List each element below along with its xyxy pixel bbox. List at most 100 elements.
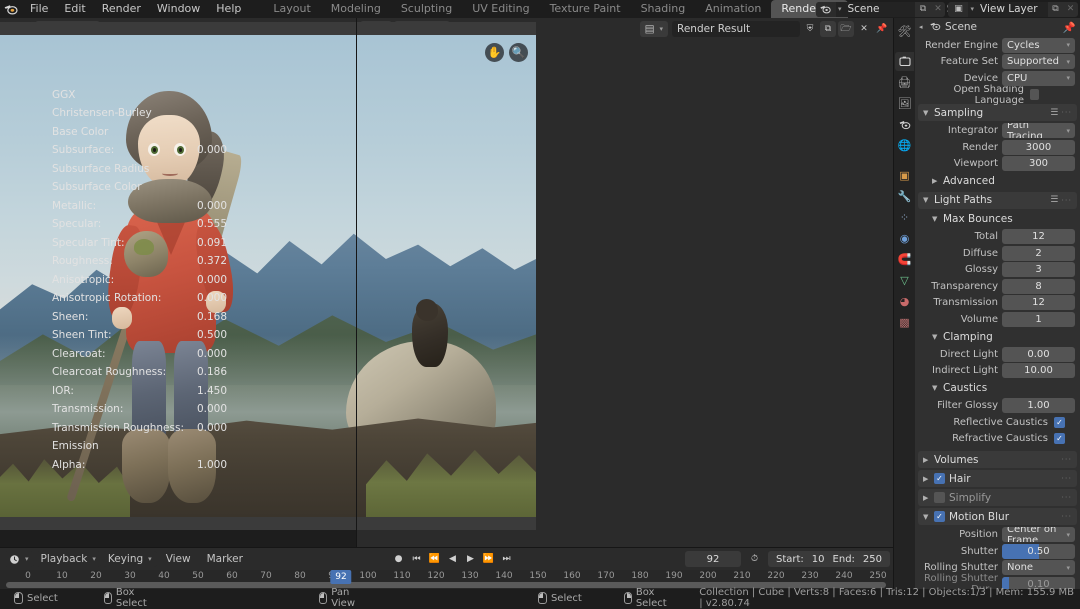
remove-view-layer-button[interactable]: ✕ <box>1063 2 1078 17</box>
workspace-tab-animation[interactable]: Animation <box>695 0 771 18</box>
prop-render-samples[interactable]: Render 3000 <box>920 140 1075 155</box>
pin-icon[interactable]: 📌 <box>874 21 890 37</box>
next-keyframe-icon[interactable]: ⏩ <box>480 551 497 567</box>
prop-indirect-light[interactable]: Indirect Light 10.00 <box>920 363 1075 378</box>
prop-bounce-volume[interactable]: Volume 1 <box>920 312 1075 327</box>
timeline-menu-view[interactable]: View <box>159 551 198 567</box>
panel-light-paths[interactable]: ▼ Light Paths ☰ ··· <box>918 192 1077 209</box>
new-scene-button[interactable]: ⧉ <box>915 2 930 17</box>
panel-clamping[interactable]: ▼ Clamping <box>927 328 1077 345</box>
jump-end-icon[interactable]: ⏭ <box>498 551 515 567</box>
copy-icon[interactable]: ⧉ <box>820 21 836 37</box>
material-icon[interactable]: ◕ <box>895 292 914 311</box>
sampling-preset-icon[interactable]: ☰ ··· <box>1050 108 1072 118</box>
motion-blur-dots-icon[interactable]: ··· <box>1061 512 1072 521</box>
blender-logo-icon[interactable] <box>0 0 22 18</box>
bounce-total-field[interactable]: 12 <box>1002 229 1075 244</box>
prop-osl[interactable]: Open Shading Language ✓ <box>920 87 1075 102</box>
prop-mb-position[interactable]: Position Center on Frame ▾ <box>920 527 1075 542</box>
osl-checkbox[interactable]: ✓ <box>1030 89 1039 100</box>
direct-light-field[interactable]: 0.00 <box>1002 347 1075 362</box>
image-datablock-type-icon[interactable]: ▤ ▾ <box>640 21 668 37</box>
menu-edit[interactable]: Edit <box>56 0 93 18</box>
panel-simplify[interactable]: ▶ ✓ Simplify ··· <box>918 489 1077 506</box>
menu-window[interactable]: Window <box>149 0 208 18</box>
tool-icon[interactable]: 🛠 <box>895 22 914 41</box>
end-frame-value[interactable]: 250 <box>863 554 882 565</box>
workspace-tab-modeling[interactable]: Modeling <box>321 0 391 18</box>
prop-filter-glossy[interactable]: Filter Glossy 1.00 <box>920 398 1075 413</box>
prop-render-engine[interactable]: Render Engine Cycles ▾ <box>920 38 1075 53</box>
data-icon[interactable]: ▽ <box>895 271 914 290</box>
panel-sampling[interactable]: ▼ Sampling ☰ ··· <box>918 104 1077 121</box>
filter-glossy-field[interactable]: 1.00 <box>1002 398 1075 413</box>
menu-help[interactable]: Help <box>208 0 249 18</box>
workspace-tab-texture-paint[interactable]: Texture Paint <box>540 0 631 18</box>
prop-feature-set[interactable]: Feature Set Supported ▾ <box>920 54 1075 69</box>
modifier-icon[interactable]: 🔧 <box>895 187 914 206</box>
particles-icon[interactable]: ⁘ <box>895 208 914 227</box>
prop-bounce-total[interactable]: Total 12 <box>920 229 1075 244</box>
constraints-icon[interactable]: 🧲 <box>895 250 914 269</box>
shield-icon[interactable]: ⛨ <box>802 21 818 37</box>
current-frame-field[interactable]: 92 <box>685 551 741 567</box>
panel-hair[interactable]: ▶ ✓ Hair ··· <box>918 470 1077 487</box>
prop-direct-light[interactable]: Direct Light 0.00 <box>920 347 1075 362</box>
panel-max-bounces[interactable]: ▼ Max Bounces <box>927 211 1077 228</box>
prop-bounce-transparency[interactable]: Transparency 8 <box>920 279 1075 294</box>
play-icon[interactable]: ▶ <box>462 551 479 567</box>
workspace-tab-sculpting[interactable]: Sculpting <box>391 0 462 18</box>
mb-position-dropdown[interactable]: Center on Frame ▾ <box>1002 527 1075 542</box>
light-paths-preset-icon[interactable]: ☰ ··· <box>1050 195 1072 205</box>
bounce-transparency-field[interactable]: 8 <box>1002 279 1075 294</box>
image-datablock-field[interactable]: Render Result <box>672 21 800 37</box>
pin-properties-icon[interactable]: 📌 <box>1063 21 1076 34</box>
zoom-view-icon[interactable]: 🔍 <box>509 43 528 62</box>
device-dropdown[interactable]: CPU ▾ <box>1002 71 1075 86</box>
properties-body[interactable]: ◂ Scene 📌 Render Engine Cycles ▾ Feature… <box>915 18 1080 607</box>
refractive-caustics-checkbox[interactable]: ✓ <box>1054 433 1065 444</box>
jump-start-icon[interactable]: ⏮ <box>408 551 425 567</box>
view-layer-name-field[interactable]: View Layer <box>974 2 1048 17</box>
node-row-transmission-roughness[interactable]: Transmission Roughness: 0.000 <box>46 419 234 436</box>
render-icon[interactable] <box>895 52 914 71</box>
editor-type-timeline-icon[interactable]: ▾ <box>4 551 34 567</box>
timeline-menu-marker[interactable]: Marker <box>200 551 250 567</box>
indirect-light-field[interactable]: 10.00 <box>1002 363 1075 378</box>
prop-bounce-glossy[interactable]: Glossy 3 <box>920 262 1075 277</box>
prev-keyframe-icon[interactable]: ⏪ <box>426 551 443 567</box>
open-icon[interactable]: 🗁 <box>838 21 854 37</box>
auto-key-icon[interactable]: ⏱ <box>746 551 763 567</box>
output-icon[interactable]: 🖨 <box>895 73 914 92</box>
prop-viewport-samples[interactable]: Viewport 300 <box>920 156 1075 171</box>
panel-motion-blur[interactable]: ▼ ✓ Motion Blur ··· <box>918 508 1077 525</box>
prop-refractive-caustics[interactable]: Refractive Caustics ✓ <box>920 431 1075 446</box>
bounce-transmission-field[interactable]: 12 <box>1002 295 1075 310</box>
render-engine-dropdown[interactable]: Cycles ▾ <box>1002 38 1075 53</box>
menu-render[interactable]: Render <box>94 0 149 18</box>
object-icon[interactable]: ▣ <box>895 166 914 185</box>
rolling-shutter-dropdown[interactable]: None ▾ <box>1002 560 1075 575</box>
view-layer-selector[interactable]: ▣ ▾ View Layer ⧉ ✕ <box>948 2 1078 17</box>
simplify-checkbox[interactable]: ✓ <box>934 492 945 503</box>
timeline-menu-keying[interactable]: Keying ▾ <box>103 551 157 567</box>
bounce-volume-field[interactable]: 1 <box>1002 312 1075 327</box>
panel-advanced[interactable]: ▶ Advanced <box>927 173 1077 190</box>
feature-set-dropdown[interactable]: Supported ▾ <box>1002 54 1075 69</box>
prop-bounce-transmission[interactable]: Transmission 12 <box>920 295 1075 310</box>
close-icon[interactable]: ✕ <box>856 21 872 37</box>
simplify-dots-icon[interactable]: ··· <box>1061 493 1072 502</box>
bounce-diffuse-field[interactable]: 2 <box>1002 246 1075 261</box>
prop-integrator[interactable]: Integrator Path Tracing ▾ <box>920 123 1075 138</box>
node-row-clearcoat-roughness[interactable]: Clearcoat Roughness: 0.186 <box>46 364 234 381</box>
bounce-glossy-field[interactable]: 3 <box>1002 262 1075 277</box>
playhead[interactable]: 92 <box>330 570 351 584</box>
physics-icon[interactable]: ◉ <box>895 229 914 248</box>
play-reverse-icon[interactable]: ◀ <box>444 551 461 567</box>
reflective-caustics-checkbox[interactable]: ✓ <box>1054 417 1065 428</box>
workspace-tab-shading[interactable]: Shading <box>631 0 696 18</box>
panel-caustics[interactable]: ▼ Caustics <box>927 380 1077 397</box>
scene-icon[interactable] <box>895 115 914 134</box>
scene-name-field[interactable]: Scene <box>841 2 915 17</box>
integrator-dropdown[interactable]: Path Tracing ▾ <box>1002 123 1075 138</box>
